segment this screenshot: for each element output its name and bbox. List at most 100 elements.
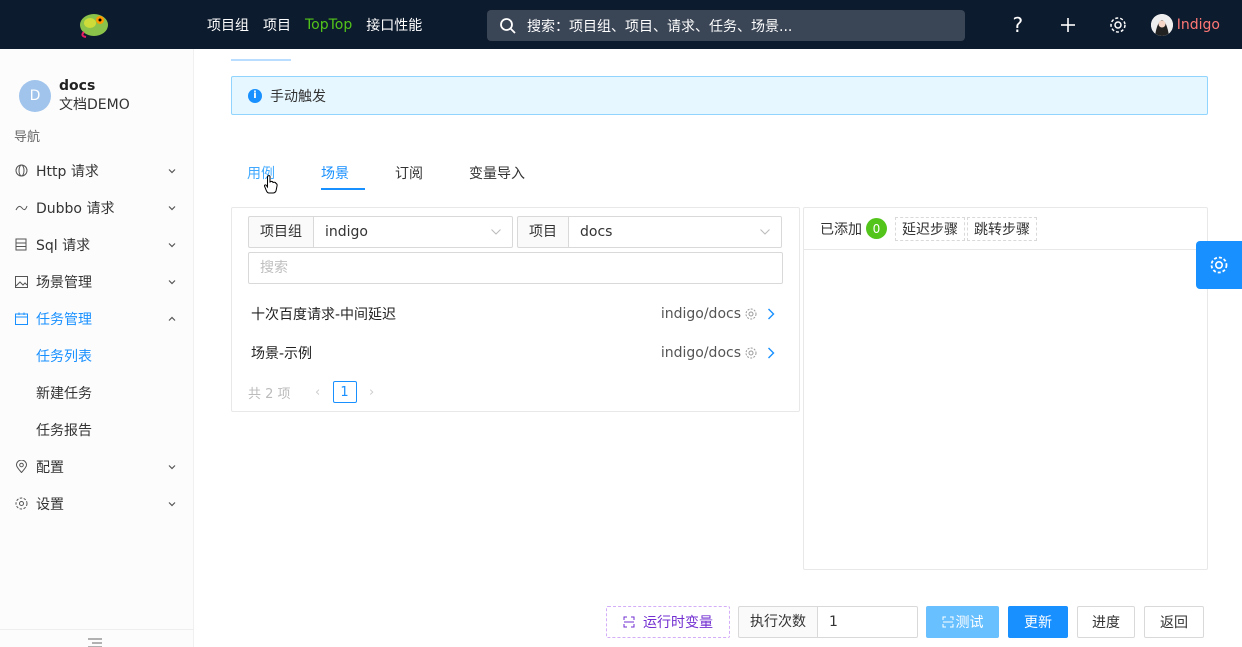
project-label: 项目 [517, 216, 568, 248]
list-item[interactable]: 十次百度请求-中间延迟 indigo/docs [251, 302, 775, 326]
info-icon: i [248, 88, 262, 103]
top-nav: 项目组 项目 TopTop 接口性能 [200, 0, 429, 49]
execution-count-input[interactable]: 1 [817, 606, 918, 638]
user-menu[interactable]: Indigo [1150, 13, 1220, 36]
hand-cursor-icon [264, 175, 278, 194]
search-placeholder: 搜索：项目组、项目、请求、任务、场景... [527, 18, 793, 35]
chevron-left-icon[interactable]: ‹ [311, 385, 325, 400]
action-bar: 运行时变量 执行次数 1 测试 更新 进度 返回 [0, 606, 1242, 638]
plus-icon[interactable] [1043, 0, 1093, 49]
sidebar-item-label: 设置 [36, 496, 64, 513]
nav-toptop[interactable]: TopTop [305, 17, 352, 33]
tab-scenes[interactable]: 场景 [305, 160, 365, 190]
added-steps-header: 已添加 0 延迟步骤 跳转步骤 [804, 208, 1207, 250]
chevron-right-icon[interactable]: › [365, 385, 379, 400]
added-label: 已添加 [820, 221, 862, 238]
top-bar: 项目组 项目 TopTop 接口性能 搜索：项目组、项目、请求、任务、场景...… [0, 0, 1242, 49]
scene-select-panel: 项目组 indigo 项目 docs 搜索 十次百度请求-中间延迟 indigo… [231, 207, 800, 412]
execution-count-group: 执行次数 1 [738, 606, 918, 638]
gear-icon[interactable] [745, 347, 757, 359]
filter-row: 项目组 indigo 项目 docs [248, 216, 786, 248]
user-avatar [1150, 13, 1173, 36]
chevron-right-icon[interactable] [767, 347, 775, 359]
sidebar-item-config[interactable]: 配置 [0, 448, 194, 485]
pagination-total: 共 2 项 [248, 386, 291, 402]
scene-name: 十次百度请求-中间延迟 [251, 307, 397, 323]
project-header: D docs 文档DEMO [19, 77, 130, 115]
nav-api-perf[interactable]: 接口性能 [366, 15, 422, 35]
jump-step-button[interactable]: 跳转步骤 [967, 216, 1037, 241]
gear-icon[interactable] [745, 308, 757, 320]
sidebar-item-label: Http 请求 [36, 163, 99, 180]
floating-settings-button[interactable] [1196, 241, 1242, 289]
chameleon-logo-icon[interactable] [76, 8, 112, 40]
sidebar-sub-task-list[interactable]: 任务列表 [0, 337, 194, 374]
global-search[interactable]: 搜索：项目组、项目、请求、任务、场景... [487, 10, 965, 41]
calendar-icon [14, 312, 28, 326]
project-group-label: 项目组 [248, 216, 313, 248]
project-group-value: indigo [325, 224, 368, 240]
menu-fold-icon[interactable] [88, 638, 102, 647]
case-tabs: 用例 场景 订阅 变量导入 [231, 160, 555, 190]
chevron-up-icon [168, 316, 176, 321]
sidebar-item-label: 场景管理 [36, 274, 92, 291]
gear-icon [1210, 256, 1228, 274]
pagination: 共 2 项 ‹ 1 › [248, 381, 383, 403]
progress-button[interactable]: 进度 [1077, 606, 1135, 638]
chevron-down-icon [168, 168, 176, 173]
user-name: Indigo [1176, 16, 1220, 33]
sidebar-item-task[interactable]: 任务管理 [0, 300, 194, 337]
delay-step-button[interactable]: 延迟步骤 [895, 216, 965, 241]
test-button[interactable]: 测试 [926, 606, 999, 638]
project-select[interactable]: 项目 docs [517, 216, 782, 248]
sidebar-item-label: 配置 [36, 459, 64, 476]
trigger-alert: i 手动触发 [231, 76, 1208, 115]
chevron-right-icon[interactable] [767, 308, 775, 320]
location-icon [14, 460, 28, 474]
added-steps-panel: 已添加 0 延迟步骤 跳转步骤 [803, 207, 1208, 570]
added-count-badge: 0 [866, 218, 887, 239]
project-value: docs [580, 224, 613, 240]
sidebar-sub-task-report[interactable]: 任务报告 [0, 411, 194, 448]
sidebar-item-scene[interactable]: 场景管理 [0, 263, 194, 300]
nav-project-group[interactable]: 项目组 [207, 15, 249, 35]
sidebar-item-label: Sql 请求 [36, 237, 91, 254]
chevron-down-icon [168, 242, 176, 247]
chevron-down-icon [168, 279, 176, 284]
scene-search-input[interactable]: 搜索 [248, 252, 783, 284]
project-group-select[interactable]: 项目组 indigo [248, 216, 513, 248]
help-icon[interactable]: ? [993, 0, 1043, 49]
sidebar-menu: Http 请求 Dubbo 请求 Sql 请求 场景管理 任务管理 任务列表 新… [0, 152, 194, 522]
sidebar-item-http[interactable]: Http 请求 [0, 152, 194, 189]
sidebar-item-settings[interactable]: 设置 [0, 485, 194, 522]
gear-icon[interactable] [1093, 0, 1143, 49]
scene-path: indigo/docs [660, 345, 741, 361]
chevron-down-icon [760, 229, 770, 235]
sidebar-item-label: Dubbo 请求 [36, 200, 115, 217]
tab-cases[interactable]: 用例 [231, 160, 291, 190]
project-avatar: D [19, 80, 51, 112]
execution-count-label: 执行次数 [738, 606, 817, 638]
sidebar-sub-new-task[interactable]: 新建任务 [0, 374, 194, 411]
sidebar: D docs 文档DEMO 导航 Http 请求 Dubbo 请求 Sql 请求… [0, 49, 194, 647]
runtime-variables-label: 运行时变量 [643, 615, 713, 631]
dubbo-icon [14, 201, 28, 215]
top-icons: ? Indigo [993, 0, 1242, 49]
sidebar-item-dubbo[interactable]: Dubbo 请求 [0, 189, 194, 226]
tab-variable-import[interactable]: 变量导入 [453, 160, 541, 190]
project-group-dropdown[interactable]: indigo [313, 216, 513, 248]
update-button[interactable]: 更新 [1008, 606, 1068, 638]
image-icon [14, 275, 28, 289]
gear-icon [14, 497, 28, 511]
back-button[interactable]: 返回 [1144, 606, 1204, 638]
list-item[interactable]: 场景-示例 indigo/docs [251, 341, 775, 365]
runtime-variables-button[interactable]: 运行时变量 [606, 606, 730, 638]
alert-text: 手动触发 [270, 88, 326, 105]
page-number[interactable]: 1 [332, 381, 357, 403]
project-subtitle: 文档DEMO [59, 97, 130, 113]
project-dropdown[interactable]: docs [568, 216, 782, 248]
nav-project[interactable]: 项目 [263, 15, 291, 35]
sidebar-item-sql[interactable]: Sql 请求 [0, 226, 194, 263]
chevron-down-icon [168, 205, 176, 210]
tab-subscribe[interactable]: 订阅 [379, 160, 439, 190]
